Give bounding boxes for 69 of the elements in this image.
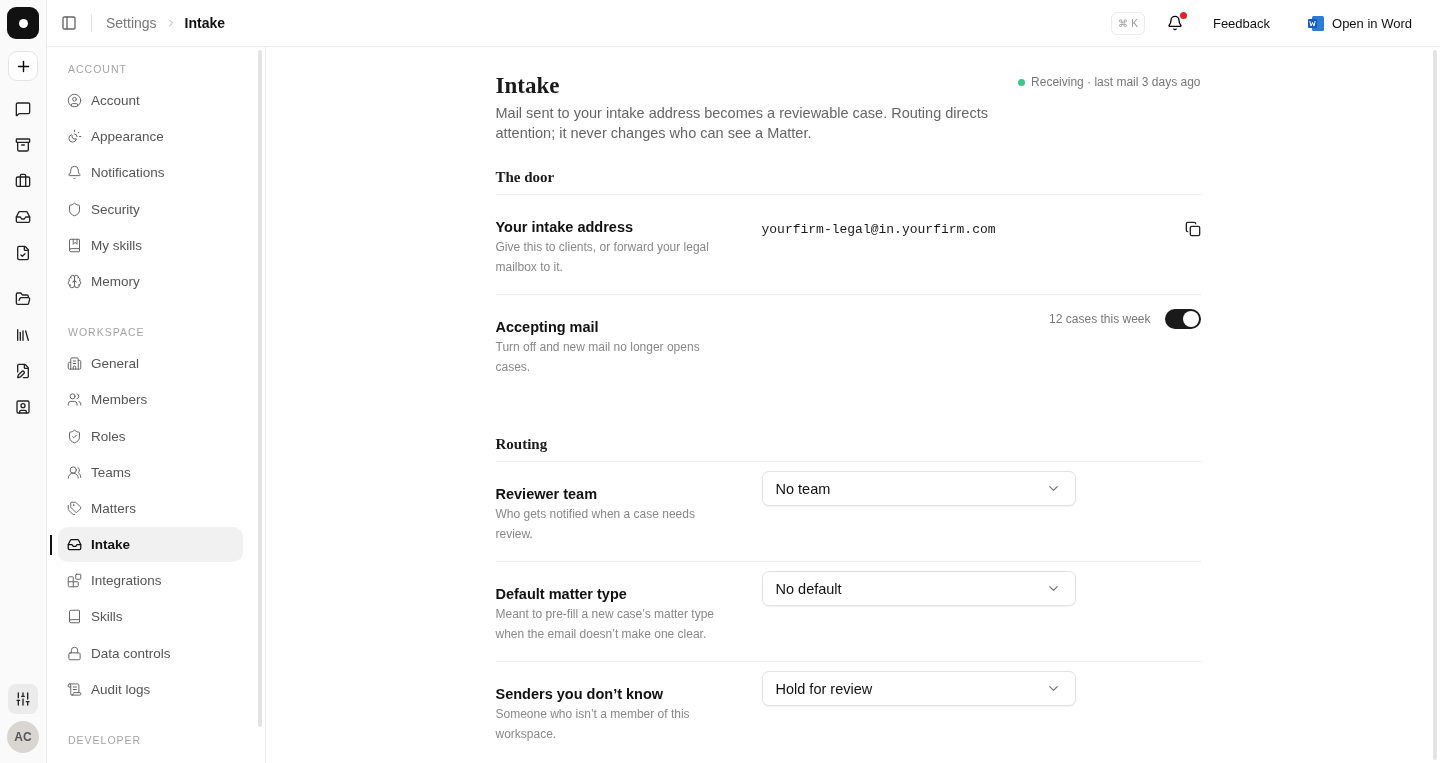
book-icon [67, 609, 82, 625]
sidebar-item[interactable]: Security [58, 191, 243, 227]
bell-icon [67, 165, 82, 181]
setting-label: Your intake address [495, 219, 635, 235]
setting-label: Reviewer team [495, 486, 599, 502]
user-avatar[interactable]: AC [7, 721, 39, 753]
scroll-icon [67, 681, 82, 697]
status-text: Receiving · last mail 3 days ago [1018, 75, 1201, 89]
section-heading: The door [495, 169, 1201, 195]
sun-moon-icon [67, 129, 82, 145]
sidebar-item[interactable]: Audit logs [58, 671, 243, 707]
new-button[interactable] [8, 51, 38, 81]
sidebar-item[interactable]: Notifications [58, 155, 243, 191]
copy-icon[interactable] [1184, 221, 1201, 237]
intake-address: yourfirm-legal@in.yourfirm.com [761, 221, 996, 237]
sidebar-item[interactable]: Matters [58, 490, 243, 526]
shield-icon [67, 201, 82, 217]
dropdown[interactable]: No team [761, 471, 1076, 506]
section-heading: Routing [495, 436, 1201, 462]
users-icon [67, 392, 82, 408]
sidebar-item[interactable]: Integrations [58, 563, 243, 599]
page-description: Mail sent to your intake address becomes a reviewable case. Routing directs attention; it never changes who can see a Matter. [495, 104, 989, 143]
setting-hint: Someone who isn’t a member of this workspace. [495, 706, 691, 743]
sidebar-item[interactable]: Account [58, 83, 243, 118]
word-icon [1308, 15, 1325, 31]
setting-label: Senders you don’t know [495, 686, 665, 702]
inbox-icon [67, 537, 82, 553]
setting-hint: Meant to pre-fill a new case’s matter type when the email doesn’t make one clear. [495, 606, 716, 643]
section-heading: ACCOUNT [67, 62, 128, 77]
dropdown[interactable]: No default [761, 571, 1076, 606]
setting-hint: Give this to clients, or forward your legal mailbox to it. [495, 239, 710, 276]
sliders-icon[interactable] [8, 684, 38, 714]
sidebar-item[interactable]: Roles [58, 418, 243, 454]
app-logo[interactable] [7, 7, 39, 39]
brain-icon [67, 273, 82, 289]
toggle-switch[interactable] [1164, 309, 1201, 329]
sidebar-item[interactable]: My skills [58, 227, 243, 263]
user-circle-icon [67, 93, 82, 108]
sidebar-item[interactable]: Teams [58, 454, 243, 490]
sidebar-item[interactable]: Members [58, 382, 243, 418]
sidebar-item[interactable]: Data controls [58, 635, 243, 671]
sidebar-item[interactable]: Intake [58, 527, 243, 563]
open-in-word-button[interactable]: Open in Word [1308, 15, 1412, 31]
blocks-icon [67, 573, 82, 589]
sidebar-item[interactable]: Memory [58, 263, 243, 299]
breadcrumb-item: Intake [184, 15, 226, 31]
building-icon [67, 356, 82, 372]
status-dot [1018, 78, 1026, 86]
bookmark-book-icon [67, 237, 82, 253]
lock-icon [67, 645, 82, 661]
feedback-button[interactable]: Feedback [1212, 15, 1271, 31]
section-heading: DEVELOPER [67, 733, 143, 748]
cases-count: 12 cases this week [1049, 312, 1151, 326]
tags-icon [67, 500, 82, 516]
shield-check-icon [67, 428, 82, 444]
sidebar-item[interactable]: Appearance [58, 119, 243, 155]
section-heading: WORKSPACE [67, 325, 146, 341]
sidebar-toggle-icon[interactable] [61, 15, 77, 31]
setting-hint: Who gets notified when a case needs review. [495, 506, 696, 543]
dropdown[interactable]: Hold for review [761, 671, 1076, 706]
page-title: Intake [495, 73, 561, 99]
sidebar-item[interactable]: General [58, 346, 243, 382]
users-icon [67, 464, 82, 480]
setting-hint: Turn off and new mail no longer opens cases. [495, 339, 701, 376]
setting-label: Default matter type [495, 586, 628, 602]
sidebar-item[interactable]: Skills [58, 599, 243, 635]
setting-label: Accepting mail [495, 319, 600, 335]
breadcrumb-item[interactable]: Settings [106, 15, 157, 31]
active-marker [50, 535, 52, 556]
